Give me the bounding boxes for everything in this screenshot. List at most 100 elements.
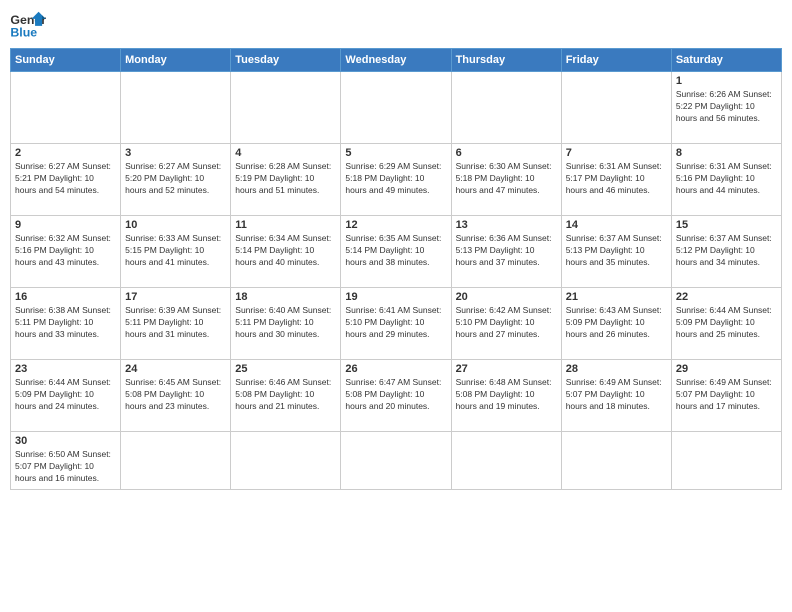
day-info: Sunrise: 6:35 AM Sunset: 5:14 PM Dayligh… [345,233,446,269]
svg-text:Blue: Blue [10,25,37,39]
day-info: Sunrise: 6:37 AM Sunset: 5:12 PM Dayligh… [676,233,777,269]
calendar-cell: 7 Sunrise: 6:31 AM Sunset: 5:17 PM Daylig… [561,144,671,216]
calendar-cell: 10 Sunrise: 6:33 AM Sunset: 5:15 PM Dayli… [121,216,231,288]
week-row-0: 1 Sunrise: 6:26 AM Sunset: 5:22 PM Daylig… [11,72,782,144]
calendar-cell: 25 Sunrise: 6:46 AM Sunset: 5:08 PM Dayli… [231,360,341,432]
week-row-2: 9Sunrise: 6:32 AM Sunset: 5:16 PM Daylig… [11,216,782,288]
day-number: 30 [15,435,116,447]
day-number: 10 [125,219,226,231]
calendar-cell [11,72,121,144]
calendar-cell [121,432,231,490]
day-number: 9 [15,219,116,231]
calendar-cell: 13 Sunrise: 6:36 AM Sunset: 5:13 PM Dayli… [451,216,561,288]
week-row-5: 30 Sunrise: 6:50 AM Sunset: 5:07 PM Dayli… [11,432,782,490]
day-info: Sunrise: 6:49 AM Sunset: 5:07 PM Dayligh… [676,377,777,413]
calendar-cell: 22Sunrise: 6:44 AM Sunset: 5:09 PM Dayli… [671,288,781,360]
day-info: Sunrise: 6:43 AM Sunset: 5:09 PM Dayligh… [566,305,667,341]
day-number: 23 [15,363,116,375]
day-info: Sunrise: 6:31 AM Sunset: 5:17 PM Dayligh… [566,161,667,197]
day-number: 7 [566,147,667,159]
calendar-cell [451,72,561,144]
day-info: Sunrise: 6:31 AM Sunset: 5:16 PM Dayligh… [676,161,777,197]
weekday-header-row: SundayMondayTuesdayWednesdayThursdayFrid… [11,49,782,72]
day-info: Sunrise: 6:49 AM Sunset: 5:07 PM Dayligh… [566,377,667,413]
calendar-cell [341,72,451,144]
calendar-cell: 19 Sunrise: 6:41 AM Sunset: 5:10 PM Dayli… [341,288,451,360]
day-info: Sunrise: 6:28 AM Sunset: 5:19 PM Dayligh… [235,161,336,197]
calendar-cell: 8Sunrise: 6:31 AM Sunset: 5:16 PM Daylig… [671,144,781,216]
logo-icon: General Blue [10,10,46,40]
weekday-header-sunday: Sunday [11,49,121,72]
day-number: 13 [456,219,557,231]
logo: General Blue [10,10,46,40]
calendar-cell: 15 Sunrise: 6:37 AM Sunset: 5:12 PM Dayli… [671,216,781,288]
day-info: Sunrise: 6:36 AM Sunset: 5:13 PM Dayligh… [456,233,557,269]
calendar-cell: 29 Sunrise: 6:49 AM Sunset: 5:07 PM Dayli… [671,360,781,432]
week-row-3: 16Sunrise: 6:38 AM Sunset: 5:11 PM Dayli… [11,288,782,360]
day-number: 17 [125,291,226,303]
calendar-cell: 20 Sunrise: 6:42 AM Sunset: 5:10 PM Dayli… [451,288,561,360]
weekday-header-tuesday: Tuesday [231,49,341,72]
day-number: 2 [15,147,116,159]
day-number: 15 [676,219,777,231]
calendar-cell: 18 Sunrise: 6:40 AM Sunset: 5:11 PM Dayli… [231,288,341,360]
day-number: 20 [456,291,557,303]
day-number: 11 [235,219,336,231]
calendar-cell: 28 Sunrise: 6:49 AM Sunset: 5:07 PM Dayli… [561,360,671,432]
weekday-header-monday: Monday [121,49,231,72]
calendar-cell [231,72,341,144]
calendar-cell: 9Sunrise: 6:32 AM Sunset: 5:16 PM Daylig… [11,216,121,288]
calendar-cell [561,72,671,144]
day-number: 6 [456,147,557,159]
calendar-cell: 16Sunrise: 6:38 AM Sunset: 5:11 PM Dayli… [11,288,121,360]
calendar-cell: 2 Sunrise: 6:27 AM Sunset: 5:21 PM Daylig… [11,144,121,216]
header-area: General Blue [10,10,782,40]
calendar-cell [451,432,561,490]
day-info: Sunrise: 6:40 AM Sunset: 5:11 PM Dayligh… [235,305,336,341]
day-number: 14 [566,219,667,231]
calendar-cell [671,432,781,490]
day-number: 25 [235,363,336,375]
weekday-header-saturday: Saturday [671,49,781,72]
calendar-cell: 21Sunrise: 6:43 AM Sunset: 5:09 PM Dayli… [561,288,671,360]
week-row-4: 23 Sunrise: 6:44 AM Sunset: 5:09 PM Dayli… [11,360,782,432]
calendar-cell: 27 Sunrise: 6:48 AM Sunset: 5:08 PM Dayli… [451,360,561,432]
day-info: Sunrise: 6:27 AM Sunset: 5:21 PM Dayligh… [15,161,116,197]
day-info: Sunrise: 6:33 AM Sunset: 5:15 PM Dayligh… [125,233,226,269]
day-info: Sunrise: 6:44 AM Sunset: 5:09 PM Dayligh… [15,377,116,413]
day-info: Sunrise: 6:34 AM Sunset: 5:14 PM Dayligh… [235,233,336,269]
day-info: Sunrise: 6:37 AM Sunset: 5:13 PM Dayligh… [566,233,667,269]
calendar-cell: 11 Sunrise: 6:34 AM Sunset: 5:14 PM Dayli… [231,216,341,288]
day-number: 12 [345,219,446,231]
day-number: 24 [125,363,226,375]
day-info: Sunrise: 6:46 AM Sunset: 5:08 PM Dayligh… [235,377,336,413]
calendar-cell: 12 Sunrise: 6:35 AM Sunset: 5:14 PM Dayli… [341,216,451,288]
day-info: Sunrise: 6:29 AM Sunset: 5:18 PM Dayligh… [345,161,446,197]
calendar-cell: 14 Sunrise: 6:37 AM Sunset: 5:13 PM Dayli… [561,216,671,288]
day-number: 3 [125,147,226,159]
day-number: 29 [676,363,777,375]
day-info: Sunrise: 6:26 AM Sunset: 5:22 PM Dayligh… [676,89,777,125]
calendar-cell: 23 Sunrise: 6:44 AM Sunset: 5:09 PM Dayli… [11,360,121,432]
weekday-header-wednesday: Wednesday [341,49,451,72]
calendar-cell: 17Sunrise: 6:39 AM Sunset: 5:11 PM Dayli… [121,288,231,360]
day-number: 19 [345,291,446,303]
calendar-cell: 30 Sunrise: 6:50 AM Sunset: 5:07 PM Dayli… [11,432,121,490]
day-info: Sunrise: 6:42 AM Sunset: 5:10 PM Dayligh… [456,305,557,341]
day-number: 18 [235,291,336,303]
calendar-cell [121,72,231,144]
day-info: Sunrise: 6:50 AM Sunset: 5:07 PM Dayligh… [15,449,116,485]
calendar-cell: 6Sunrise: 6:30 AM Sunset: 5:18 PM Daylig… [451,144,561,216]
calendar: SundayMondayTuesdayWednesdayThursdayFrid… [10,48,782,490]
day-info: Sunrise: 6:48 AM Sunset: 5:08 PM Dayligh… [456,377,557,413]
day-number: 27 [456,363,557,375]
day-number: 28 [566,363,667,375]
day-number: 5 [345,147,446,159]
day-info: Sunrise: 6:47 AM Sunset: 5:08 PM Dayligh… [345,377,446,413]
day-info: Sunrise: 6:38 AM Sunset: 5:11 PM Dayligh… [15,305,116,341]
day-info: Sunrise: 6:27 AM Sunset: 5:20 PM Dayligh… [125,161,226,197]
day-number: 1 [676,75,777,87]
day-info: Sunrise: 6:41 AM Sunset: 5:10 PM Dayligh… [345,305,446,341]
day-info: Sunrise: 6:44 AM Sunset: 5:09 PM Dayligh… [676,305,777,341]
calendar-cell [341,432,451,490]
